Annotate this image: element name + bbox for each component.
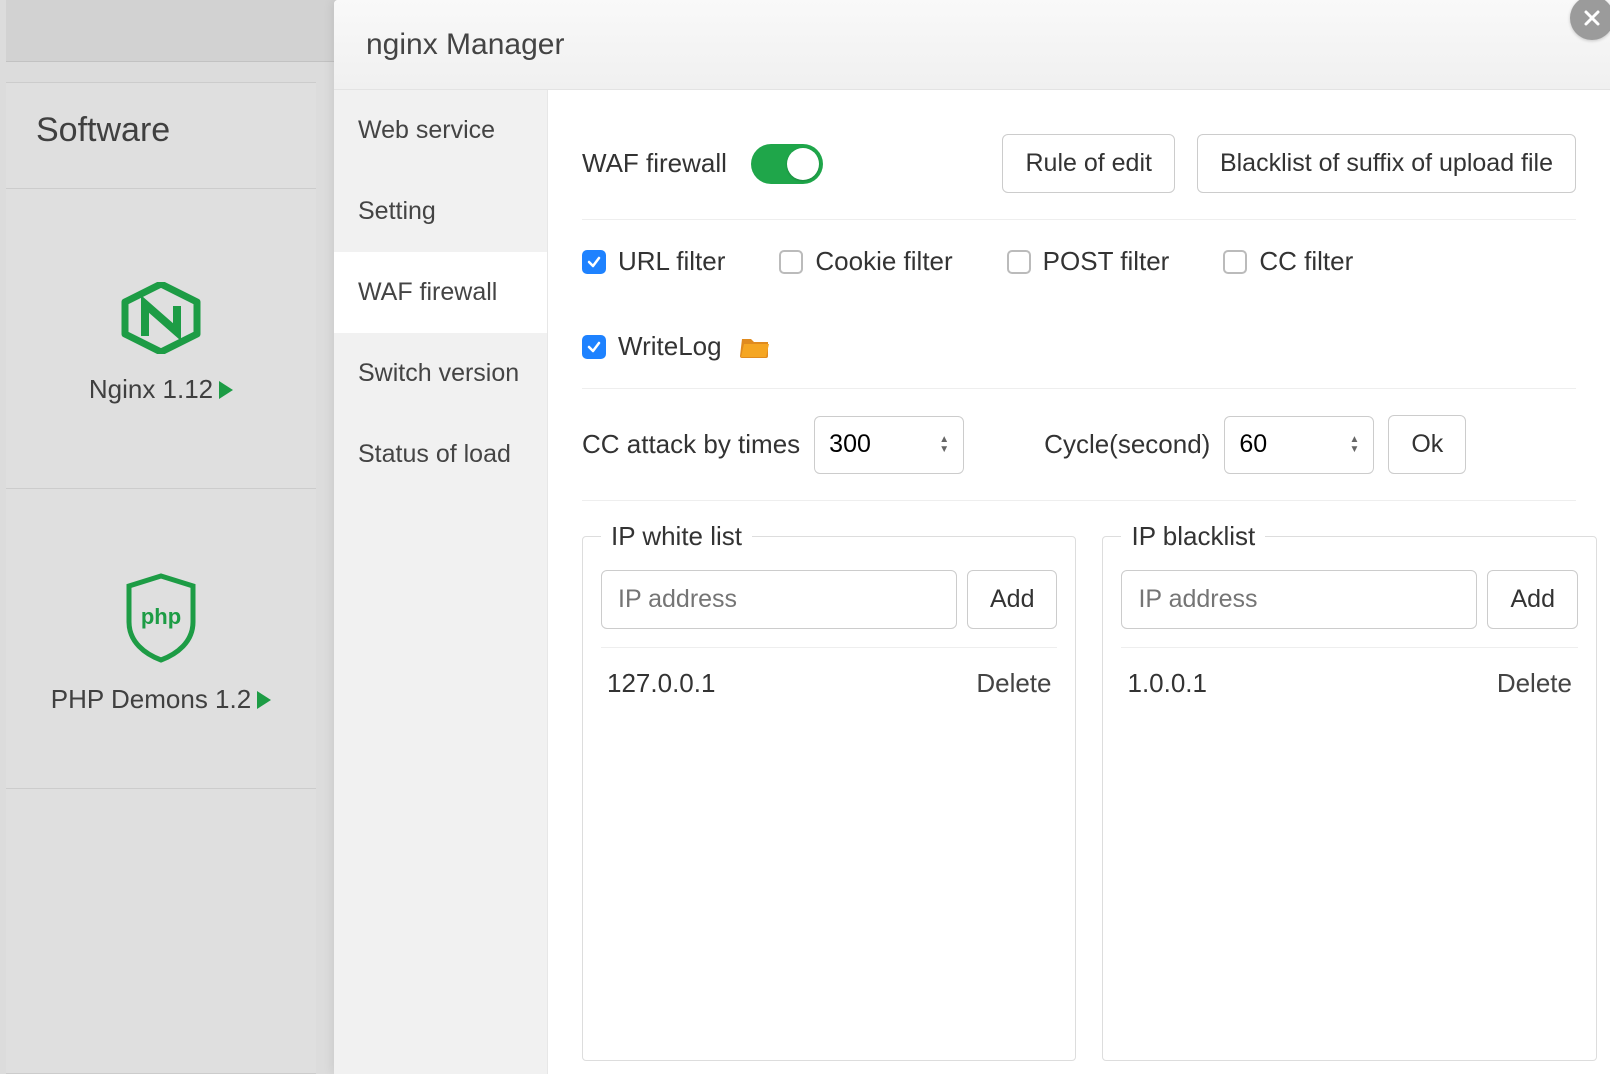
ok-button[interactable]: Ok <box>1388 415 1466 474</box>
cc-cycle-input[interactable]: ▲▼ <box>1224 416 1374 474</box>
whitelist-delete-button[interactable]: Delete <box>976 668 1051 699</box>
blacklist-delete-button[interactable]: Delete <box>1497 668 1572 699</box>
checkbox-icon <box>1223 250 1247 274</box>
blacklist-legend: IP blacklist <box>1121 521 1265 552</box>
check-post-filter[interactable]: POST filter <box>1007 246 1170 277</box>
whitelist-ip: 127.0.0.1 <box>607 668 715 699</box>
blacklist-input[interactable] <box>1121 570 1477 629</box>
check-writelog[interactable]: WriteLog <box>582 331 770 362</box>
whitelist-add-button[interactable]: Add <box>967 570 1057 629</box>
checkbox-icon <box>582 335 606 359</box>
check-cookie-filter[interactable]: Cookie filter <box>779 246 952 277</box>
cc-times-input[interactable]: ▲▼ <box>814 416 964 474</box>
whitelist-item: 127.0.0.1 Delete <box>601 647 1057 719</box>
checkbox-icon <box>779 250 803 274</box>
check-cc-filter[interactable]: CC filter <box>1223 246 1353 277</box>
folder-icon[interactable] <box>740 335 770 359</box>
close-icon <box>1582 8 1602 28</box>
tab-status-of-load[interactable]: Status of load <box>334 414 547 495</box>
tab-switch-version[interactable]: Switch version <box>334 333 547 414</box>
checkbox-icon <box>582 250 606 274</box>
checkbox-icon <box>1007 250 1031 274</box>
tab-web-service[interactable]: Web service <box>334 90 547 171</box>
whitelist-legend: IP white list <box>601 521 752 552</box>
ip-whitelist: IP white list Add 127.0.0.1 Delete <box>582 521 1076 1061</box>
blacklist-add-button[interactable]: Add <box>1487 570 1577 629</box>
whitelist-input[interactable] <box>601 570 957 629</box>
blacklist-ip: 1.0.0.1 <box>1127 668 1207 699</box>
blacklist-suffix-button[interactable]: Blacklist of suffix of upload file <box>1197 134 1576 193</box>
blacklist-item: 1.0.0.1 Delete <box>1121 647 1577 719</box>
cc-times-label: CC attack by times <box>582 429 800 460</box>
waf-toggle[interactable] <box>751 144 823 184</box>
check-label: Cookie filter <box>815 246 952 277</box>
check-label: URL filter <box>618 246 725 277</box>
modal-tabs: Web service Setting WAF firewall Switch … <box>334 90 548 1074</box>
close-button[interactable] <box>1570 0 1610 40</box>
rule-edit-button[interactable]: Rule of edit <box>1002 134 1174 193</box>
tab-setting[interactable]: Setting <box>334 171 547 252</box>
cc-cycle-field[interactable] <box>1239 430 1319 459</box>
content-pane: WAF firewall Rule of edit Blacklist of s… <box>548 90 1610 1074</box>
check-label: WriteLog <box>618 331 722 362</box>
modal-title: nginx Manager <box>334 0 1610 90</box>
check-url-filter[interactable]: URL filter <box>582 246 725 277</box>
stepper-icon[interactable]: ▲▼ <box>939 436 949 454</box>
stepper-icon[interactable]: ▲▼ <box>1349 436 1359 454</box>
cc-times-field[interactable] <box>829 430 909 459</box>
nginx-manager-modal: nginx Manager Web service Setting WAF fi… <box>334 0 1610 1074</box>
filter-checks: URL filter Cookie filter POST filter <box>582 246 1576 362</box>
cc-cycle-label: Cycle(second) <box>1044 429 1210 460</box>
check-label: POST filter <box>1043 246 1170 277</box>
tab-waf-firewall[interactable]: WAF firewall <box>334 252 547 333</box>
waf-label: WAF firewall <box>582 148 727 179</box>
check-label: CC filter <box>1259 246 1353 277</box>
ip-blacklist: IP blacklist Add 1.0.0.1 Delete <box>1102 521 1596 1061</box>
